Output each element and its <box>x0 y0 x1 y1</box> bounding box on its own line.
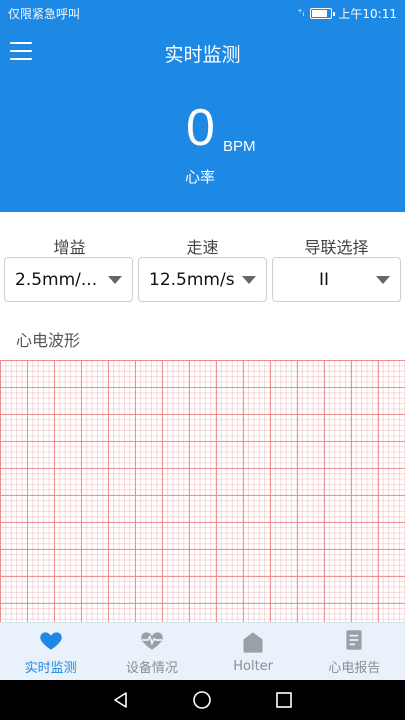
nav-item-holter[interactable]: Holter <box>203 623 304 680</box>
nav-item-realtime[interactable]: 实时监测 <box>0 623 101 680</box>
page-title: 实时监测 <box>164 44 241 66</box>
system-nav-bar <box>0 680 405 720</box>
nav-label: 设备情况 <box>125 661 178 676</box>
gain-label: 增益 <box>53 238 86 257</box>
recents-icon[interactable] <box>274 690 294 710</box>
nav-label: Holter <box>233 659 274 674</box>
speed-label: 走速 <box>186 238 219 257</box>
clock-text: 上午10:11 <box>338 6 397 21</box>
heart-rate-value: 0 <box>186 99 215 157</box>
lead-value: II <box>319 269 330 290</box>
status-bar: 仅限紧急呼叫 ⁺ᵢ 上午10:11 <box>0 0 405 26</box>
dropdown-arrow-icon <box>108 275 122 284</box>
nav-label: 实时监测 <box>24 661 77 676</box>
settings-panel: 增益 走速 导联选择 2.5mm/... 12.5mm/s II <box>0 212 405 312</box>
heart-rate-unit: BPM <box>223 138 256 155</box>
battery-icon <box>310 7 336 19</box>
back-icon[interactable] <box>111 690 131 710</box>
bottom-nav: 实时监测 设备情况 Holter 心电报告 <box>0 622 405 680</box>
home-icon <box>243 632 263 653</box>
nav-item-device[interactable]: 设备情况 <box>101 623 202 680</box>
dropdown-arrow-icon <box>242 275 256 284</box>
gain-select[interactable]: 2.5mm/... <box>4 257 133 302</box>
status-icons: ⁺ᵢ 上午10:11 <box>297 5 397 22</box>
speed-select[interactable]: 12.5mm/s <box>138 257 267 302</box>
app-header: 实时监测 0 BPM 心率 <box>0 26 405 212</box>
heartbeat-icon <box>141 632 163 650</box>
carrier-text: 仅限紧急呼叫 <box>8 6 81 21</box>
speed-value: 12.5mm/s <box>149 269 235 290</box>
nav-item-report[interactable]: 心电报告 <box>304 623 405 680</box>
dropdown-arrow-icon <box>376 275 390 284</box>
heart-rate-label: 心率 <box>185 168 216 186</box>
waveform-title: 心电波形 <box>16 331 81 350</box>
heart-icon <box>39 632 62 650</box>
nav-label: 心电报告 <box>328 661 381 676</box>
home-circle-icon[interactable] <box>192 690 212 710</box>
ecg-waveform-grid <box>0 360 405 622</box>
lead-select[interactable]: II <box>272 257 401 302</box>
gain-value: 2.5mm/... <box>15 269 98 290</box>
signal-icon: ⁺ᵢ <box>297 7 305 19</box>
lead-label: 导联选择 <box>304 238 369 257</box>
report-icon <box>346 630 362 650</box>
